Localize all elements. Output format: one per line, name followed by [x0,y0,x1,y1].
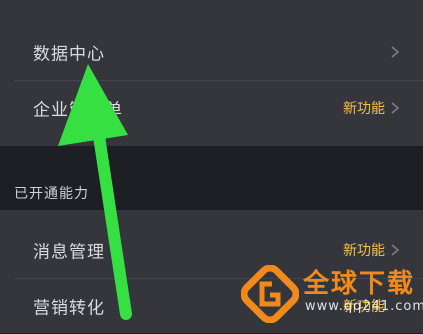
section-title: 已开通能力 [14,186,89,202]
enterprise-manage-row[interactable]: 企业管理单 新功能 [0,80,423,136]
marketing-conversion-label: 营销转化 [33,298,105,319]
watermark-title: 全球下载 [303,269,416,299]
message-manage-label: 消息管理 [33,242,105,263]
chevron-right-icon [391,46,400,58]
data-center-label: 数据中心 [33,44,105,65]
settings-group-top: 数据中心 企业管理单 新功能 [0,0,423,146]
new-feature-badge: 新功能 [343,101,385,117]
chevron-right-icon [391,102,400,114]
watermark-url: www.qq241.com [305,299,423,314]
watermark-logo-icon [241,265,299,323]
data-center-row[interactable]: 数据中心 [0,24,423,80]
new-feature-badge: 新功能 [343,243,385,259]
watermark: 全球下载 www.qq241.com [241,263,423,329]
chevron-right-icon [391,244,400,256]
enterprise-manage-label: 企业管理单 [33,100,123,121]
